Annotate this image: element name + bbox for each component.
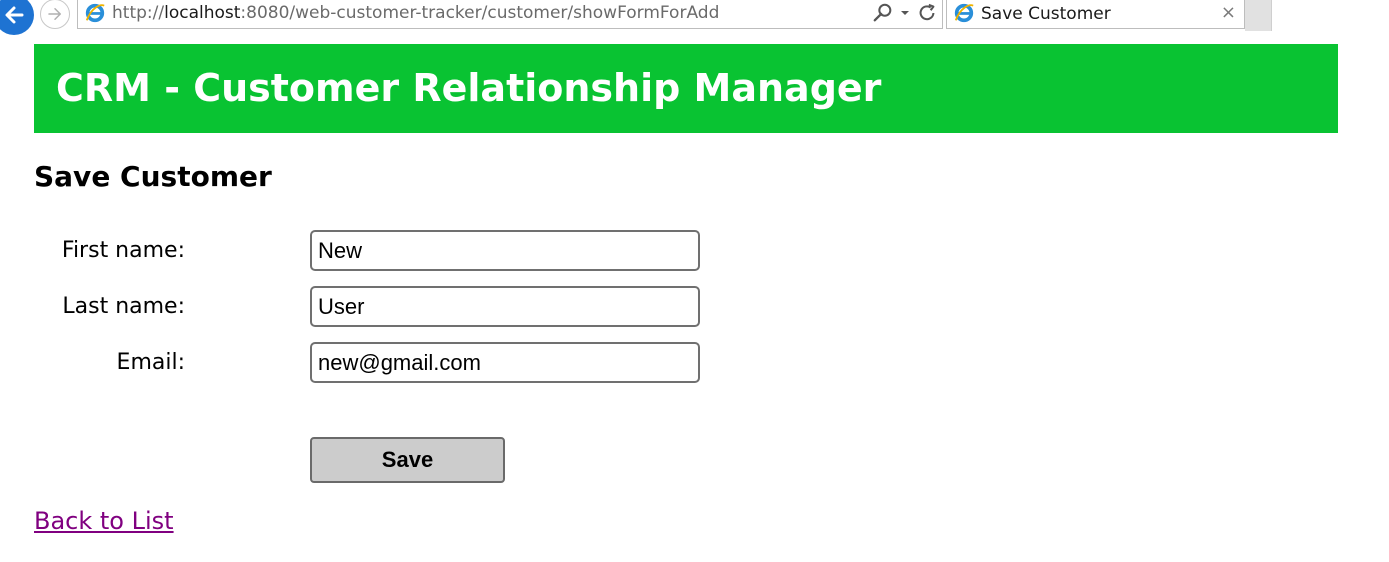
first-name-label: First name: [61, 238, 185, 263]
address-tools [872, 2, 938, 24]
save-button[interactable]: Save [310, 437, 505, 483]
tab-save-customer[interactable]: Save Customer × [946, 0, 1245, 29]
url-host: localhost [164, 3, 241, 23]
close-icon[interactable]: × [1221, 2, 1236, 23]
search-icon[interactable] [872, 2, 894, 24]
browser-chrome: http://localhost:8080/web-customer-track… [0, 0, 1389, 35]
arrow-right-icon [48, 8, 61, 20]
forward-button[interactable] [40, 0, 70, 29]
refresh-icon[interactable] [916, 2, 938, 24]
address-bar[interactable]: http://localhost:8080/web-customer-track… [77, 0, 943, 29]
ie-page-icon [85, 3, 105, 23]
new-tab-button[interactable] [1245, 0, 1272, 31]
back-button[interactable] [0, 0, 34, 35]
page-title: Save Customer [34, 160, 272, 193]
last-name-field[interactable] [310, 286, 700, 327]
url-text[interactable]: http://localhost:8080/web-customer-track… [112, 3, 719, 23]
app-title: CRM - Customer Relationship Manager [56, 66, 882, 110]
tab-title: Save Customer [981, 4, 1111, 24]
arrow-left-icon [5, 6, 24, 24]
email-label: Email: [116, 350, 185, 375]
back-to-list-link[interactable]: Back to List [34, 507, 174, 535]
app-header: CRM - Customer Relationship Manager [34, 44, 1338, 133]
first-name-field[interactable] [310, 230, 700, 271]
email-field[interactable] [310, 342, 700, 383]
ie-tab-icon [954, 3, 974, 23]
dropdown-icon[interactable] [900, 8, 910, 18]
last-name-label: Last name: [62, 294, 185, 319]
